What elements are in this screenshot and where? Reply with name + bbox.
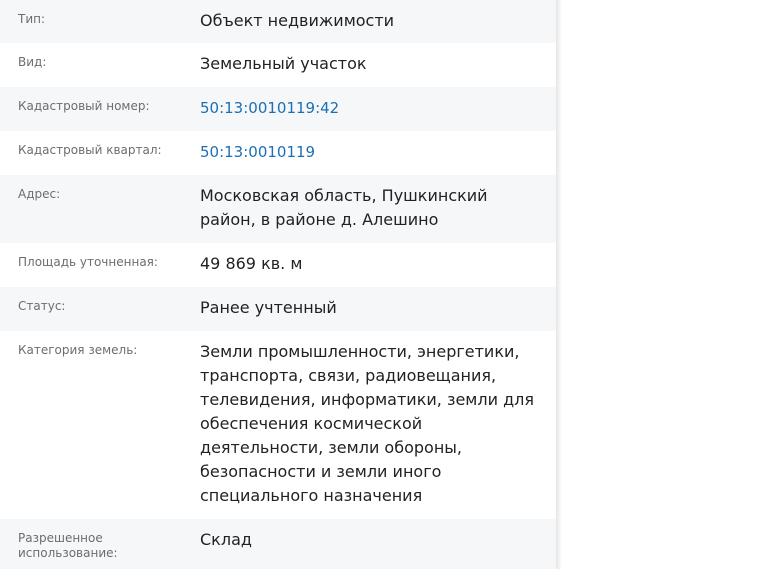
row-land-category: Категория земель: Земли промышленности, … [0,331,556,519]
row-value: Склад [200,530,252,549]
row-value: Московская область, Пушкинский район, в … [200,186,488,229]
row-label: Категория земель: [18,343,138,357]
row-value: Земельный участок [200,54,367,73]
row-label: Тип: [18,12,46,26]
cadastral-quarter-link[interactable]: 50:13:0010119 [200,140,540,165]
row-label: Кадастровый квартал: [18,143,162,157]
row-label: Площадь уточненная: [18,255,158,269]
row-label: Вид: [18,55,47,69]
panel-shadow [556,0,562,569]
row-label: Адрес: [18,187,61,201]
row-value: Земли промышленности, энергетики, трансп… [200,342,534,505]
row-label: Статус: [18,299,66,313]
row-permitted-use: Разрешенное использование: Склад [0,519,556,569]
row-status: Статус: Ранее учтенный [0,287,556,331]
property-info-panel: Тип: Объект недвижимости Вид: Земельный … [0,0,556,569]
row-cadastral-quarter: Кадастровый квартал: 50:13:0010119 [0,131,556,175]
row-cadastral-number: Кадастровый номер: 50:13:0010119:42 [0,87,556,131]
cadastral-number-link[interactable]: 50:13:0010119:42 [200,96,540,121]
row-area: Площадь уточненная: 49 869 кв. м [0,243,556,287]
row-value: Объект недвижимости [200,11,395,30]
row-value: 49 869 кв. м [200,254,303,273]
row-value: Ранее учтенный [200,298,337,317]
row-kind: Вид: Земельный участок [0,43,556,87]
row-label: Разрешенное использование: [18,531,118,560]
row-type: Тип: Объект недвижимости [0,0,556,43]
row-address: Адрес: Московская область, Пушкинский ра… [0,175,556,243]
row-label: Кадастровый номер: [18,99,150,113]
